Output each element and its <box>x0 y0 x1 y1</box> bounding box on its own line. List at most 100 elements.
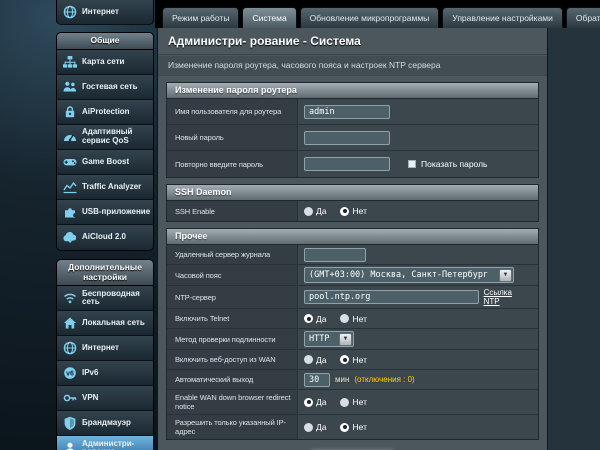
section-ssh-daemon: SSH DaemonSSH EnableДаНет <box>166 184 539 222</box>
sidebar-item-usb-application[interactable]: USB-приложение <box>57 200 153 225</box>
field-value <box>298 245 538 264</box>
field-value: HTTP▼ <box>298 329 538 349</box>
section-title: Прочее <box>167 229 538 245</box>
row-retype-password: Повторно введите парольПоказать пароль <box>167 151 538 177</box>
section-title: SSH Daemon <box>167 185 538 201</box>
ipv6-icon: v6 <box>61 365 78 382</box>
page-description: Изменение пароля роутера, часового пояса… <box>158 55 547 76</box>
row-telnet: Включить TelnetДаНет <box>167 309 538 329</box>
sidebar-item-traffic-analyzer[interactable]: Traffic Analyzer <box>57 175 153 200</box>
sidebar-group-title: Дополнительные настройки <box>57 260 153 287</box>
retype-password-input[interactable] <box>304 157 390 171</box>
allow-specified-ip-radio-no[interactable]: Нет <box>340 422 366 432</box>
field-label: Автоматический выход <box>167 370 298 389</box>
sidebar-item-label: VPN <box>82 394 98 402</box>
sidebar-item-network-map[interactable]: Карта сети <box>57 50 153 75</box>
sidebar-item-label: Беспроводная сеть <box>82 290 151 307</box>
field-value: Да Нет <box>298 309 538 328</box>
row-new-password: Новый пароль <box>167 125 538 151</box>
chevron-down-icon: ▼ <box>499 269 512 282</box>
radio-label: Нет <box>352 422 366 432</box>
sidebar-group: Дополнительные настройки Беспроводная сет… <box>56 259 154 450</box>
allow-specified-ip-radio-yes[interactable]: Да <box>304 422 326 432</box>
web-access-wan-radio-no[interactable]: Нет <box>340 355 366 365</box>
wan-down-redirect-radio-yes[interactable]: Да <box>304 397 326 407</box>
sidebar-item-ipv6[interactable]: v6IPv6 <box>57 361 153 386</box>
sidebar-item-wan[interactable]: Интернет <box>57 336 153 361</box>
radio-icon <box>304 314 313 323</box>
sidebar-item-wireless[interactable]: Беспроводная сеть <box>57 286 153 311</box>
chart-icon <box>61 178 78 195</box>
sidebar-item-label: USB-приложение <box>82 208 150 216</box>
radio-label: Нет <box>352 206 366 216</box>
lock-icon <box>61 103 78 120</box>
auto-logout-hint: (отключения : 0) <box>354 375 414 384</box>
sidebar-item-label: Game Boost <box>82 158 129 166</box>
field-value: (GMT+03:00) Москва, Санкт-Петербург▼ <box>298 265 538 285</box>
row-router-username: Имя пользователя для роутера <box>167 99 538 125</box>
sidebar-item-internet[interactable]: Интернет <box>56 0 154 25</box>
ssh-enable-radio-no[interactable]: Нет <box>340 206 366 216</box>
wifi-icon <box>61 290 78 307</box>
row-remote-log-server: Удаленный сервер журнала <box>167 245 538 265</box>
remote-log-server-input[interactable] <box>304 248 366 262</box>
sidebar-item-vpn[interactable]: VPN <box>57 386 153 411</box>
show-password-checkbox[interactable] <box>408 160 416 168</box>
field-label: Включить веб-доступ из WAN <box>167 350 298 369</box>
field-label: Часовой пояс <box>167 265 298 285</box>
radio-icon <box>304 423 313 432</box>
sidebar-item-administration[interactable]: Администри- рование <box>57 436 153 450</box>
main-panel: Администри- рование - Система Изменение … <box>158 28 547 450</box>
sidebar-item-aiprotection[interactable]: AiProtection <box>57 100 153 125</box>
tab-operation-mode[interactable]: Режим работы <box>162 7 239 28</box>
sidebar-item-aicloud[interactable]: AiCloud 2.0 <box>57 225 153 250</box>
show-password-label: Показать пароль <box>421 159 487 169</box>
row-auto-logout: Автоматический выходмин(отключения : 0) <box>167 370 538 390</box>
field-value: Да Нет <box>298 415 538 439</box>
page-title: Администри- рование - Система <box>158 28 547 55</box>
ntp-server-input[interactable] <box>304 290 479 304</box>
sidebar-item-adaptive-qos[interactable]: Адаптивный сервис QoS <box>57 125 153 150</box>
row-auth-method: Метод проверки подлинности HTTP▼ <box>167 329 538 350</box>
field-value: Да Нет <box>298 201 538 221</box>
auth-method-select[interactable]: HTTP▼ <box>304 331 354 347</box>
selected-option: (GMT+03:00) Москва, Санкт-Петербург <box>305 270 499 280</box>
sidebar-item-label: Администри- рование <box>82 440 151 450</box>
ntp-server-link[interactable]: Ссылка NTP <box>484 288 532 306</box>
sidebar-item-firewall[interactable]: Брандмауэр <box>57 411 153 436</box>
radio-label: Нет <box>352 355 366 365</box>
telnet-radio-yes[interactable]: Да <box>304 314 326 324</box>
wan-down-redirect-radio-no[interactable]: Нет <box>340 397 366 407</box>
radio-icon <box>340 398 349 407</box>
row-web-access-wan: Включить веб-доступ из WAN Да Нет <box>167 350 538 370</box>
radio-label: Да <box>316 397 326 407</box>
tab-feedback[interactable]: Обратная связь <box>566 7 600 28</box>
field-value <box>298 99 538 124</box>
auto-logout-input[interactable] <box>304 373 330 387</box>
router-username-input[interactable] <box>304 105 390 119</box>
field-label: Разрешить только указанный IP-адрес <box>167 415 298 439</box>
sidebar-item-label: Гостевая сеть <box>82 83 138 91</box>
time-zone-select[interactable]: (GMT+03:00) Москва, Санкт-Петербург▼ <box>304 267 514 283</box>
sidebar-item-label: Локальная сеть <box>82 319 145 327</box>
field-label: Метод проверки подлинности <box>167 329 298 349</box>
telnet-radio-no[interactable]: Нет <box>340 314 366 324</box>
tab-firmware-upgrade[interactable]: Обновление микропрограммы <box>300 7 440 28</box>
radio-label: Да <box>316 355 326 365</box>
web-access-wan-radio-yes[interactable]: Да <box>304 355 326 365</box>
radio-label: Да <box>316 206 326 216</box>
svg-text:v6: v6 <box>66 371 74 378</box>
field-value: Да Нет <box>298 350 538 369</box>
new-password-input[interactable] <box>304 131 390 145</box>
tab-settings-management[interactable]: Управление настройками <box>442 7 563 28</box>
row-wan-down-redirect: Enable WAN down browser redirect noticeД… <box>167 390 538 415</box>
radio-label: Да <box>316 422 326 432</box>
sidebar-item-label: Интернет <box>82 8 119 16</box>
sidebar-item-guest-network[interactable]: Гостевая сеть <box>57 75 153 100</box>
tab-system[interactable]: Система <box>242 7 296 28</box>
ssh-enable-radio-yes[interactable]: Да <box>304 206 326 216</box>
sidebar-item-lan[interactable]: Локальная сеть <box>57 311 153 336</box>
row-allow-specified-ip: Разрешить только указанный IP-адрес Да Нет <box>167 415 538 439</box>
sidebar-item-game-boost[interactable]: Game Boost <box>57 150 153 175</box>
person-icon <box>61 440 78 450</box>
